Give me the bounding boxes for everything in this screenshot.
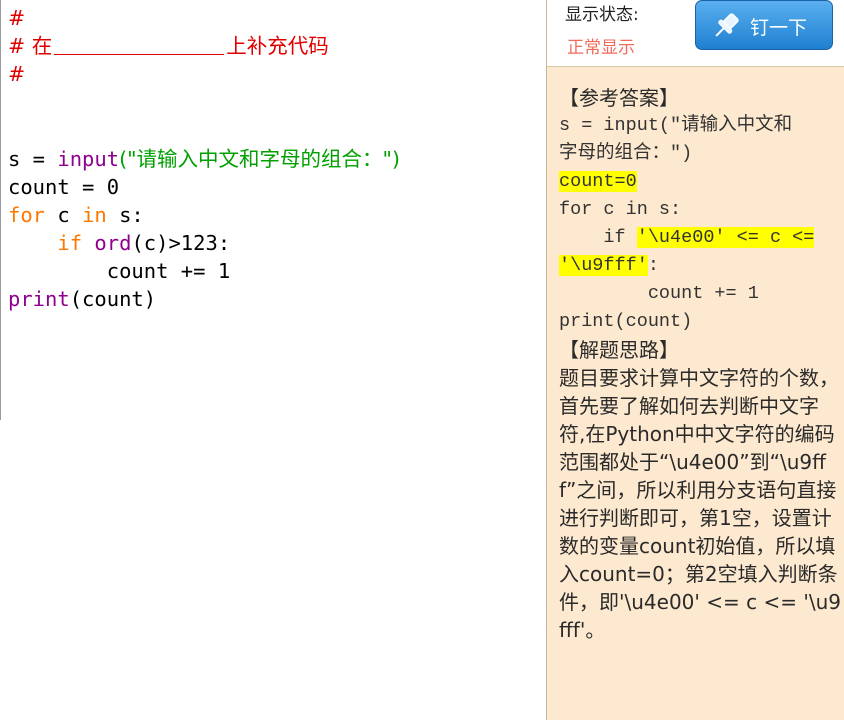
code-line-print: print(count) (8, 285, 156, 313)
answer-code-line: count=0 (559, 168, 841, 196)
code-token: (count) (69, 287, 157, 311)
code-line-comment-1: # (8, 4, 25, 32)
code-keyword: for (8, 203, 46, 227)
display-status-value: 正常显示 (567, 38, 635, 58)
answer-code-line: 字母的组合：") (559, 143, 693, 164)
code-token: count += 1 (8, 259, 231, 283)
comment-text: 上补充代码 (226, 34, 329, 58)
code-line-increment: count += 1 (8, 257, 230, 285)
answer-code-line: count += 1 (559, 283, 759, 304)
code-line-if: if ord(c)>123: (8, 229, 230, 257)
pin-button-label: 钉一下 (750, 17, 808, 39)
code-token: c (45, 203, 83, 227)
answer-content: 【参考答案】 s = input("请输入中文和 字母的组合：") count=… (559, 84, 841, 644)
editor-left-border (0, 0, 1, 420)
code-token: : (647, 255, 659, 276)
display-status-label: 显示状态: (565, 5, 639, 25)
code-line-input: s = input("请输入中文和字母的组合：") (8, 145, 400, 173)
comment-text: # (8, 6, 26, 30)
code-token: if (559, 227, 637, 248)
code-token: (c)>123: (131, 231, 231, 255)
comment-text: # 在 (8, 34, 53, 58)
code-builtin: ord (94, 231, 132, 255)
highlighted-answer: '\u4e00' <= c <= (636, 227, 815, 248)
answer-panel: 显示状态: 正常显示 钉一下 【参考答案】 s = input("请输入中文和 … (546, 0, 844, 720)
panel-header: 显示状态: 正常显示 钉一下 (547, 0, 844, 67)
code-line-comment-3: # (8, 60, 25, 88)
code-builtin: print (8, 287, 70, 311)
answer-code-line: if '\u4e00' <= c <= (559, 224, 841, 252)
code-editor[interactable]: # # 在 上补充代码 # s = input("请输入中文和字母的组合：") c… (0, 0, 546, 720)
code-token: s = (8, 147, 58, 171)
highlighted-answer: '\u9fff' (559, 255, 648, 276)
code-line-for: for c in s: (8, 201, 144, 229)
answer-code-line: s = input("请输入中文和 (559, 115, 793, 136)
thinking-text: 题目要求计算中文字符的个数，首先要了解如何去判断中文字符,在Python中中文字… (559, 366, 841, 642)
answer-heading: 【参考答案】 (559, 86, 679, 110)
pin-icon (715, 13, 739, 37)
answer-code-line: print(count) (559, 311, 693, 332)
code-builtin: input (57, 147, 120, 171)
code-line-comment-2: # 在 上补充代码 (8, 32, 329, 60)
pin-button[interactable]: 钉一下 (695, 0, 833, 50)
highlighted-answer: count=0 (559, 171, 637, 192)
code-token: count = 0 (8, 175, 120, 199)
comment-text: # (8, 62, 26, 86)
thinking-heading: 【解题思路】 (559, 338, 679, 362)
answer-code-line: '\u9fff': (559, 252, 841, 280)
code-token: s: (106, 203, 144, 227)
code-keyword: if (57, 231, 83, 255)
code-keyword: in (82, 203, 107, 227)
fill-blank-line (54, 34, 225, 55)
code-string: ("请输入中文和字母的组合：") (119, 147, 400, 171)
code-line-count-init: count = 0 (8, 173, 119, 201)
answer-code-line: for c in s: (559, 199, 682, 220)
